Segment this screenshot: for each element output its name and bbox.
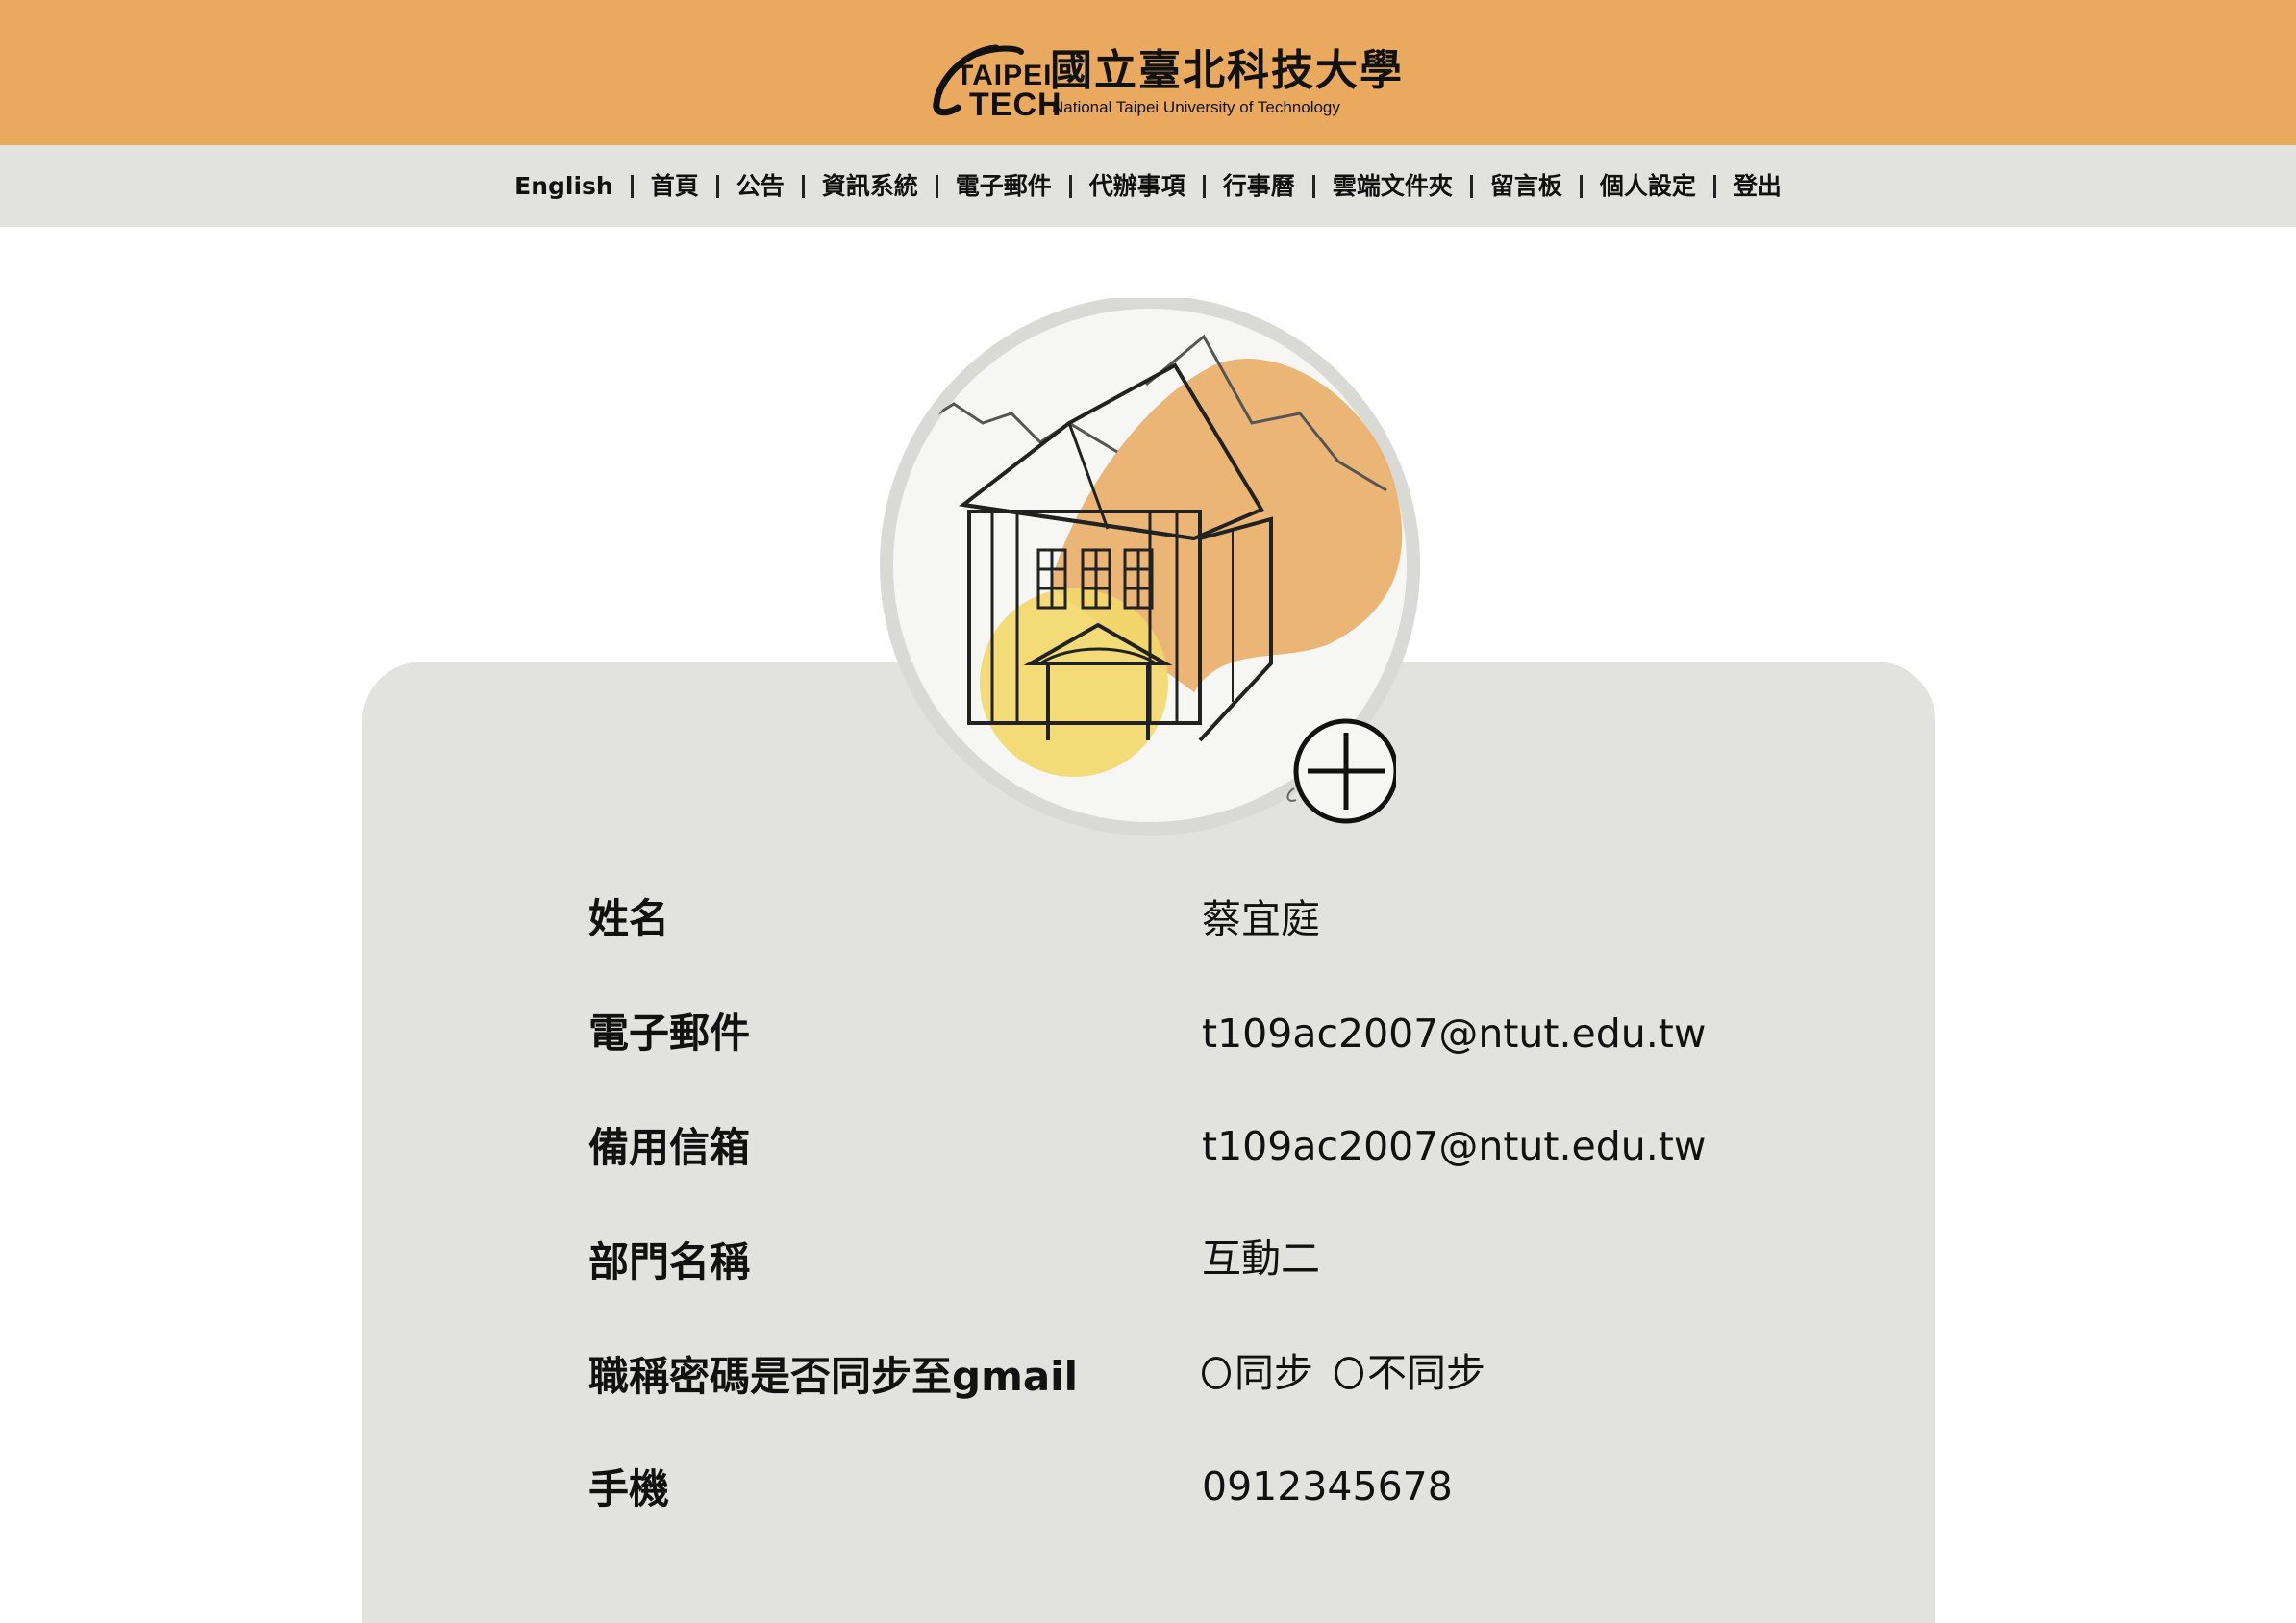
email-label: 電子郵件 <box>588 1010 751 1057</box>
profile-avatar[interactable] <box>877 295 1423 844</box>
nav-item-cloud-folder[interactable]: 雲端文件夾 <box>1333 170 1453 203</box>
header-bar: TAIPEI TECH 國立臺北科技大學 National Taipei Uni… <box>0 0 2296 145</box>
department-label: 部門名稱 <box>588 1238 751 1286</box>
nav-item-calendar[interactable]: 行事曆 <box>1223 170 1295 203</box>
phone-label: 手機 <box>588 1465 670 1512</box>
sync-option-yes[interactable]: 同步 <box>1202 1346 1313 1400</box>
logo-chinese-name: 國立臺北科技大學 <box>1050 46 1404 95</box>
nav-item-settings[interactable]: 個人設定 <box>1600 170 1696 203</box>
sync-password-label: 職稱密碼是否同步至gmail <box>588 1353 1078 1400</box>
nav-item-announcements[interactable]: 公告 <box>736 170 785 203</box>
phone-value: 0912345678 <box>1202 1463 1453 1510</box>
sync-yes-radio[interactable] <box>1202 1357 1231 1389</box>
nav-item-message-board[interactable]: 留言板 <box>1490 170 1562 203</box>
nav-divider <box>1579 175 1583 198</box>
university-logo[interactable]: TAIPEI TECH 國立臺北科技大學 National Taipei Uni… <box>929 40 1402 123</box>
nav-divider <box>801 175 805 198</box>
nav-item-info-systems[interactable]: 資訊系統 <box>822 170 918 203</box>
sync-no-radio[interactable] <box>1335 1357 1363 1389</box>
sync-option-no[interactable]: 不同步 <box>1335 1346 1485 1400</box>
nav-divider <box>1712 175 1716 198</box>
email-value: t109ac2007@ntut.edu.tw <box>1202 1011 1707 1057</box>
nav-divider <box>1202 175 1206 198</box>
sync-yes-label: 同步 <box>1235 1350 1313 1396</box>
backup-email-label: 備用信箱 <box>588 1124 751 1171</box>
nav-divider <box>1311 175 1315 198</box>
nav-list: English 首頁 公告 資訊系統 電子郵件 代辦事項 行事曆 雲端文件夾 留… <box>0 170 2296 203</box>
nav-divider <box>1469 175 1473 198</box>
nav-divider <box>715 175 719 198</box>
nav-divider <box>1068 175 1072 198</box>
name-label: 姓名 <box>588 895 670 942</box>
backup-email-value: t109ac2007@ntut.edu.tw <box>1202 1123 1707 1169</box>
nav-item-email[interactable]: 電子郵件 <box>956 170 1052 203</box>
department-value: 互動二 <box>1202 1236 1320 1282</box>
plus-circle-icon[interactable] <box>1281 712 1396 827</box>
sync-no-label: 不同步 <box>1367 1350 1485 1396</box>
nav-bar: English 首頁 公告 資訊系統 電子郵件 代辦事項 行事曆 雲端文件夾 留… <box>0 145 2296 227</box>
nav-item-logout[interactable]: 登出 <box>1734 170 1782 203</box>
nav-divider <box>630 175 634 198</box>
nav-item-home[interactable]: 首頁 <box>651 170 699 203</box>
logo-english-name: National Taipei University of Technology <box>1052 98 1340 116</box>
nav-divider <box>935 175 938 198</box>
logo-text-tech: TECH <box>969 87 1062 123</box>
name-value: 蔡宜庭 <box>1202 896 1320 942</box>
nav-item-english[interactable]: English <box>514 170 613 203</box>
sync-radio-group: 同步 不同步 <box>1202 1346 1507 1400</box>
nav-item-todo[interactable]: 代辦事項 <box>1089 170 1185 203</box>
